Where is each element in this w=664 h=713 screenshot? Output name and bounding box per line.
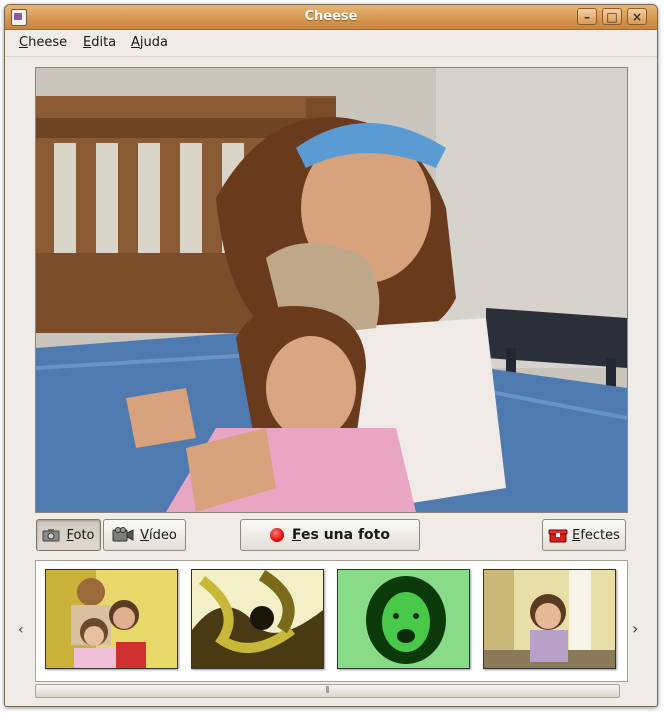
title-bar[interactable]: Cheese – □ × [5, 5, 657, 30]
minimize-icon: – [584, 10, 590, 24]
camera-icon [42, 528, 60, 542]
scroll-right-icon[interactable]: › [632, 619, 638, 638]
maximize-icon: □ [606, 10, 618, 24]
window-title: Cheese [304, 9, 358, 24]
thumbnail[interactable] [483, 569, 616, 669]
thumbnail-image [484, 570, 615, 668]
menu-bar: Cheese Edita Ajuda [5, 30, 657, 57]
photo-mode-button[interactable]: Foto [36, 519, 101, 551]
record-icon [270, 528, 284, 542]
effects-label: Efectes [572, 527, 620, 543]
video-mode-button[interactable]: Vídeo [103, 519, 186, 551]
thumbnail-scrollbar[interactable]: ⦀ [35, 684, 620, 698]
thumbnail-image [46, 570, 177, 668]
thumbnail[interactable] [337, 569, 470, 669]
thumbnail-image [192, 570, 323, 668]
take-photo-button[interactable]: Fes una foto [240, 519, 420, 551]
thumbnail-image [338, 570, 469, 668]
menu-edita[interactable]: Edita [83, 35, 116, 50]
thumbnail[interactable] [191, 569, 324, 669]
menu-ajuda[interactable]: Ajuda [131, 35, 168, 50]
effects-icon [548, 527, 568, 543]
menu-cheese[interactable]: Cheese [19, 35, 67, 50]
scrollbar-grip-icon: ⦀ [325, 686, 330, 696]
close-icon: × [631, 10, 643, 24]
webcam-preview [35, 67, 628, 513]
close-button[interactable]: × [627, 8, 647, 25]
cheese-window: Cheese – □ × Cheese Edita Ajuda Foto Víd… [4, 4, 658, 707]
thumbnail-strip [35, 560, 628, 682]
video-mode-label: Vídeo [140, 527, 177, 543]
maximize-button[interactable]: □ [602, 8, 622, 25]
thumbnail[interactable] [45, 569, 178, 669]
video-camera-icon [112, 527, 134, 543]
photo-mode-label: Foto [66, 527, 95, 543]
minimize-button[interactable]: – [577, 8, 597, 25]
effects-button[interactable]: Efectes [542, 519, 626, 551]
take-photo-label: Fes una foto [292, 527, 390, 543]
preview-image [36, 68, 627, 512]
scroll-left-icon[interactable]: ‹ [18, 622, 24, 638]
